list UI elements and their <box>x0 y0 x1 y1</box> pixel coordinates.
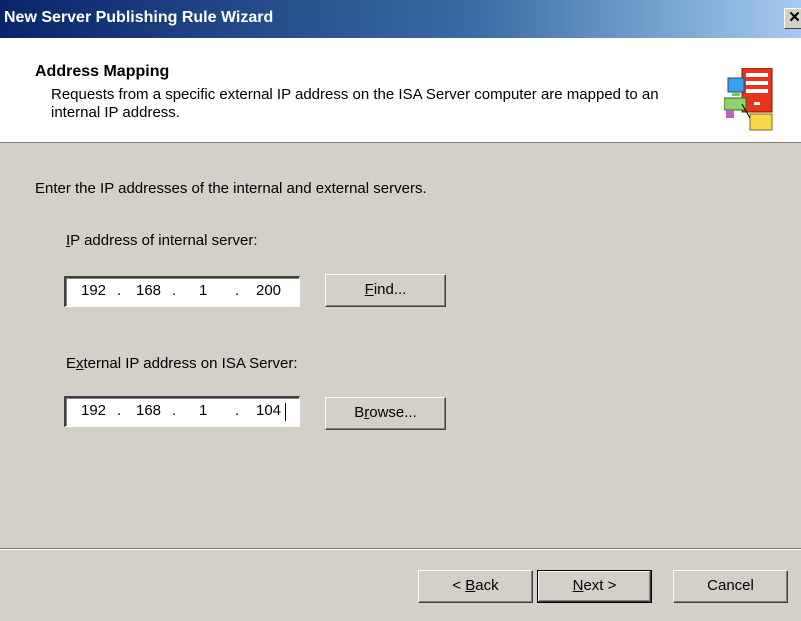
ip-octet: 192 <box>81 402 107 419</box>
find-button[interactable]: Find... <box>325 274 446 307</box>
ip-octet: 200 <box>256 282 282 299</box>
close-icon: ✕ <box>788 9 801 26</box>
ip-dot: . <box>117 282 122 299</box>
ip-octet: 168 <box>136 402 162 419</box>
internal-ip-label: IP address of internal server: <box>66 232 258 249</box>
ip-octet: 168 <box>136 282 162 299</box>
ip-dot: . <box>117 402 122 419</box>
title-bar: New Server Publishing Rule Wizard ✕ <box>0 0 801 38</box>
internal-ip-field[interactable]: 192 . 168 . 1 . 200 <box>64 276 300 307</box>
ip-octet: 192 <box>81 282 107 299</box>
close-button[interactable]: ✕ <box>784 8 801 29</box>
ip-octet: 104 <box>256 402 282 419</box>
ip-dot: . <box>172 282 177 299</box>
page-description: Requests from a specific external IP add… <box>51 86 659 121</box>
cancel-button[interactable]: Cancel <box>673 570 788 603</box>
ip-dot: . <box>235 402 240 419</box>
ip-dot: . <box>235 282 240 299</box>
instruction-text: Enter the IP addresses of the internal a… <box>35 180 427 197</box>
next-button[interactable]: Next > <box>537 570 652 603</box>
footer-divider <box>0 548 801 550</box>
window-title: New Server Publishing Rule Wizard <box>4 9 274 26</box>
back-button[interactable]: < Back <box>418 570 533 603</box>
browse-button[interactable]: Browse... <box>325 397 446 430</box>
ip-dot: . <box>172 402 177 419</box>
external-ip-field[interactable]: 192 . 168 . 1 . 104 <box>64 396 300 427</box>
external-ip-label: External IP address on ISA Server: <box>66 355 298 372</box>
text-caret <box>285 403 286 421</box>
page-title: Address Mapping <box>35 63 170 80</box>
server-publishing-icon <box>724 68 773 131</box>
wizard-header: Address Mapping Requests from a specific… <box>0 38 801 143</box>
ip-octet: 1 <box>199 402 208 419</box>
ip-octet: 1 <box>199 282 208 299</box>
